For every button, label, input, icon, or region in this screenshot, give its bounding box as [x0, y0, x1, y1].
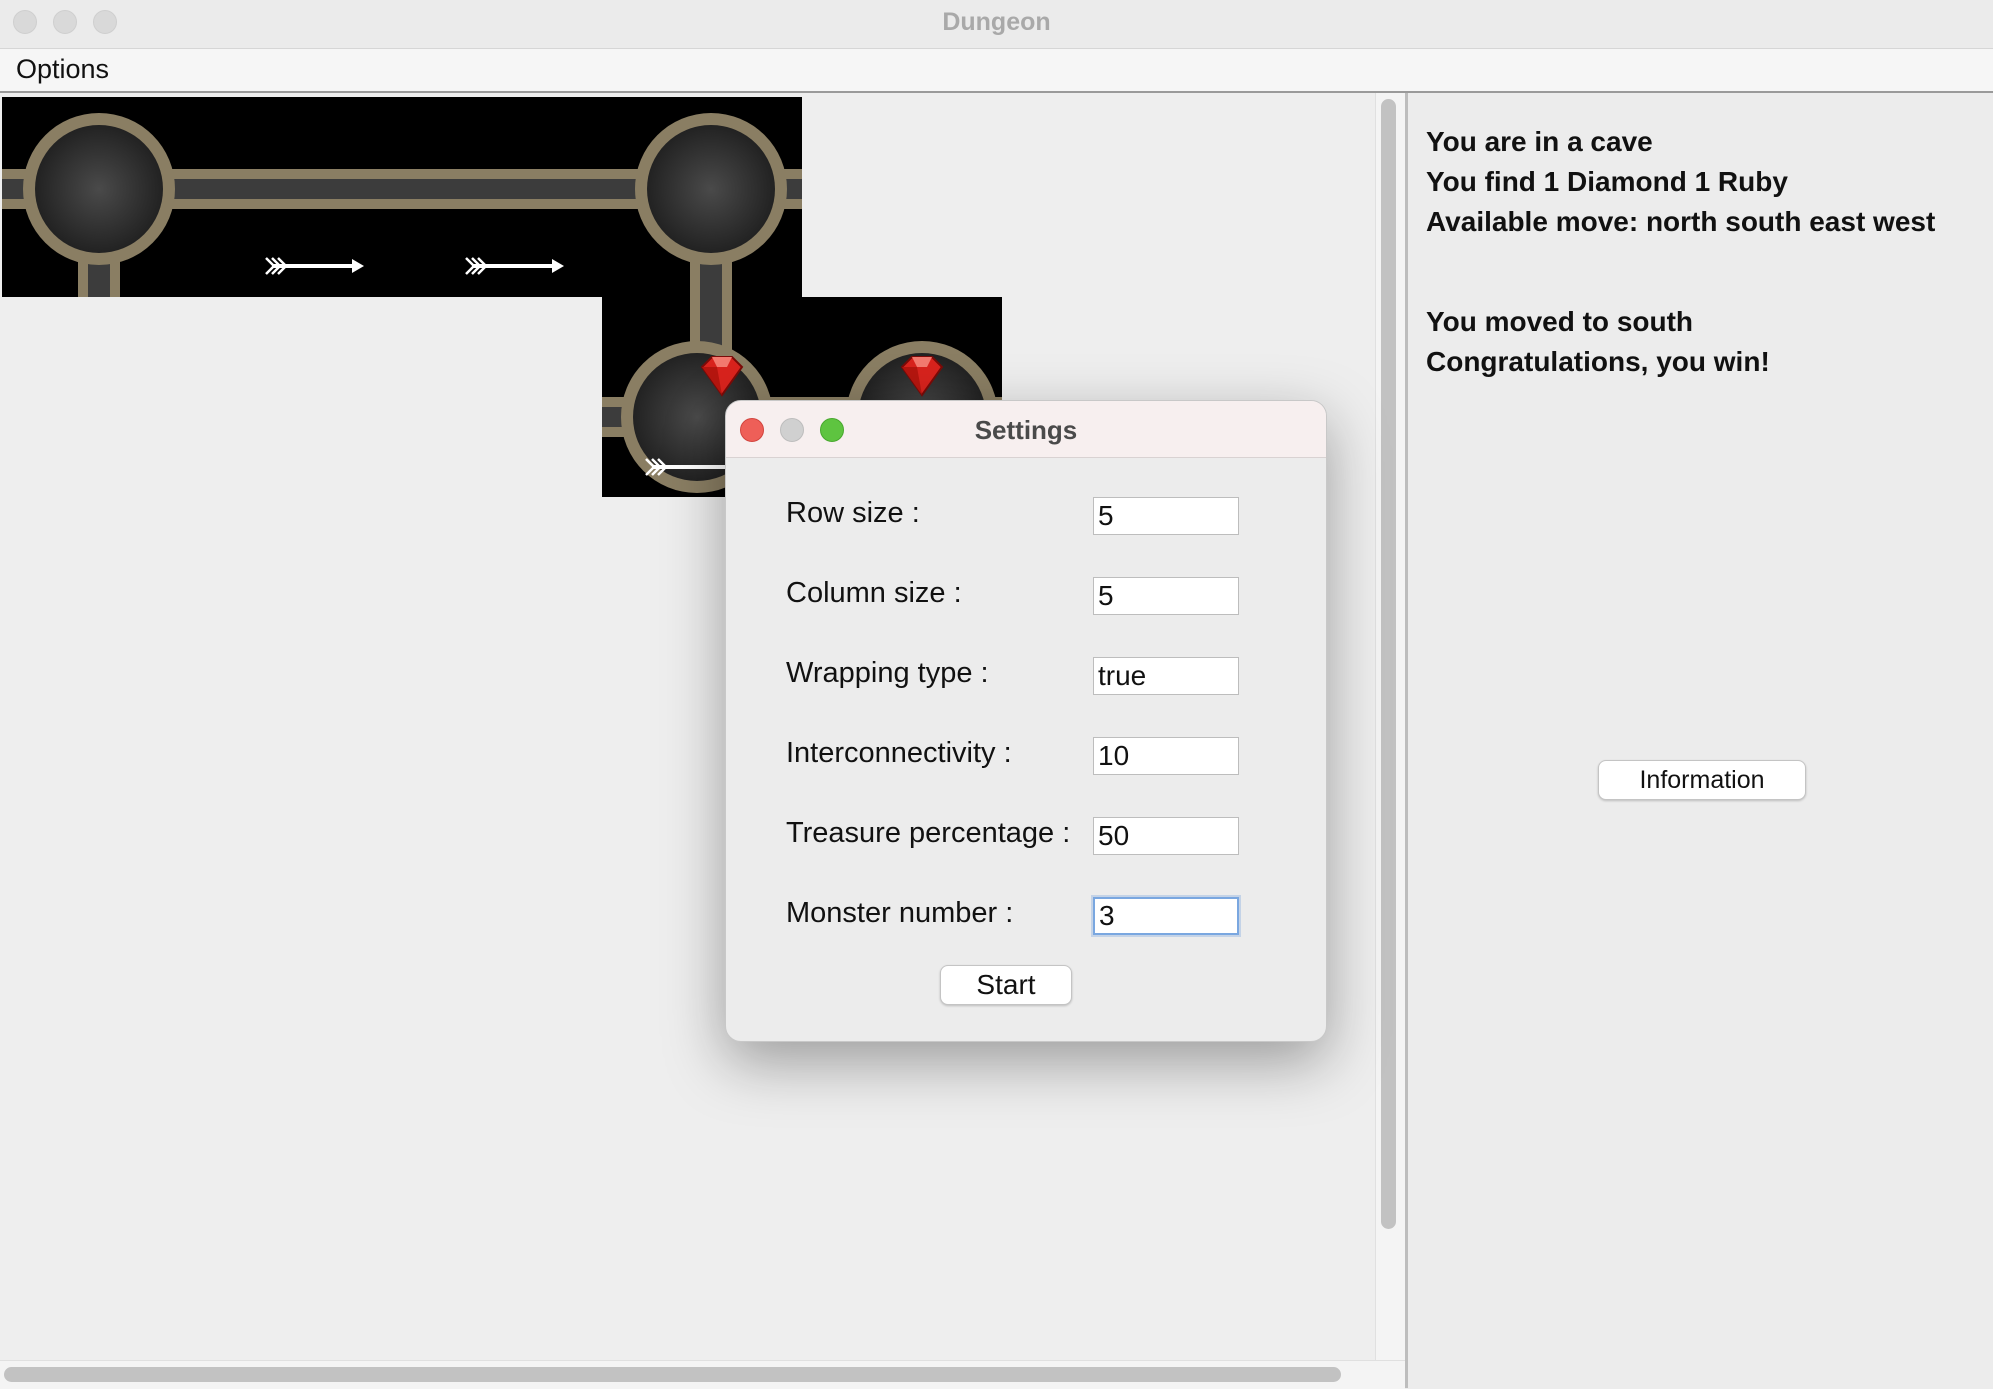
- column-size-label: Column size :: [786, 577, 962, 609]
- info-panel: [1408, 93, 1993, 1388]
- wrapping-type-field[interactable]: [1093, 657, 1239, 695]
- cave-room-graphic: [602, 113, 802, 297]
- info-line: You are in a cave: [1426, 126, 1653, 157]
- settings-title: Settings: [974, 415, 1078, 445]
- menu-bar: Options: [0, 49, 1993, 93]
- info-line: You moved to south: [1426, 306, 1694, 337]
- monster-number-field[interactable]: [1093, 897, 1239, 935]
- settings-dialog: Settings Row size : Column size : Wrappi…: [725, 400, 1327, 1042]
- tile-cave-r0c0: [2, 97, 202, 297]
- tunnel-graphic: [202, 169, 402, 276]
- arrow-icon: [264, 256, 366, 276]
- monster-number-label: Monster number :: [786, 897, 1014, 929]
- tunnel-graphic: [402, 169, 602, 276]
- info-line: Congratulations, you win!: [1426, 346, 1770, 377]
- map-horizontal-scroll-thumb[interactable]: [4, 1367, 1341, 1382]
- row-size-field[interactable]: [1093, 497, 1239, 535]
- column-size-field[interactable]: [1093, 577, 1239, 615]
- interconnectivity-label: Interconnectivity :: [786, 737, 1012, 769]
- tile-cave-r0c2: [402, 97, 602, 297]
- settings-titlebar: Settings: [726, 401, 1326, 458]
- information-button[interactable]: Information: [1598, 760, 1806, 800]
- treasure-percentage-field[interactable]: [1093, 817, 1239, 855]
- interconnectivity-field[interactable]: [1093, 737, 1239, 775]
- treasure-percentage-label: Treasure percentage :: [786, 817, 1071, 849]
- tile-cave-r0c1: [202, 97, 402, 297]
- start-button[interactable]: Start: [940, 965, 1072, 1005]
- row-size-label: Row size :: [786, 497, 920, 529]
- menu-options[interactable]: Options: [16, 54, 109, 85]
- window-title: Dungeon: [942, 8, 1051, 36]
- map-vertical-scroll-thumb[interactable]: [1381, 99, 1396, 1229]
- info-line: You find 1 Diamond 1 Ruby: [1426, 166, 1788, 197]
- wrapping-type-label: Wrapping type :: [786, 657, 989, 689]
- info-line: Available move: north south east west: [1426, 206, 1936, 237]
- cave-room-graphic: [2, 113, 202, 297]
- window-titlebar: Dungeon: [0, 0, 1993, 49]
- arrow-icon: [464, 256, 566, 276]
- tile-cave-r0c3: [602, 97, 802, 297]
